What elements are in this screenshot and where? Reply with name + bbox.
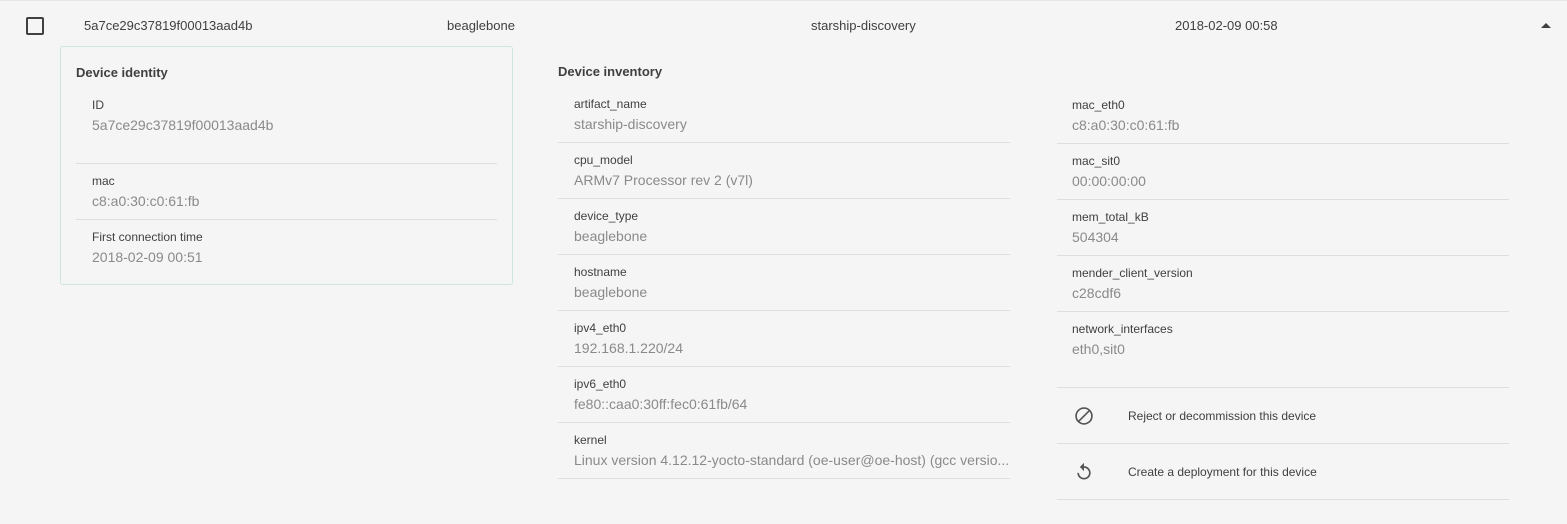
field-value: 5a7ce29c37819f00013aad4b [92,117,274,133]
replay-icon [1077,462,1091,480]
field-divider [558,422,1010,423]
field-value: c28cdf6 [1072,285,1122,301]
field-divider [558,478,1010,479]
field-label: device_type [574,209,639,223]
field-label: artifact_name [574,97,647,111]
field-label: network_interfaces [1072,322,1173,336]
inventory-field-mac-sit0: mac_sit0 00:00:00:00 [1072,154,1146,189]
field-divider [1057,255,1509,256]
identity-field-mac: mac c8:a0:30:c0:61:fb [92,174,199,209]
reject-device-action[interactable]: Reject or decommission this device [1057,388,1509,444]
create-deployment-action[interactable]: Create a deployment for this device [1057,444,1509,500]
field-divider [558,310,1010,311]
identity-field-id: ID 5a7ce29c37819f00013aad4b [92,98,273,133]
field-label: ipv6_eth0 [574,377,627,391]
field-label: cpu_model [574,153,633,167]
field-label: ID [92,98,104,112]
field-value: Linux version 4.12.12-yocto-standard (oe… [574,452,1010,468]
field-label: hostname [574,265,627,279]
field-value: starship-discovery [574,116,687,132]
field-value: 00:00:00:00 [1072,173,1146,189]
field-divider [1057,499,1509,500]
inventory-field-kernel: kernel Linux version 4.12.12-yocto-stand… [574,433,1009,468]
field-label: mender_client_version [1072,266,1193,280]
field-value: 504304 [1072,229,1119,245]
block-icon [1075,407,1093,425]
field-value: c8:a0:30:c0:61:fb [92,193,200,209]
field-divider [558,254,1010,255]
device-type-cell: beaglebone [447,18,515,33]
field-value: eth0,sit0 [1072,341,1125,357]
inventory-field-artifact-name: artifact_name starship-discovery [574,97,687,132]
field-divider [558,366,1010,367]
field-value: fe80::caa0:30ff:fec0:61fb/64 [574,396,748,412]
inventory-field-hostname: hostname beaglebone [574,265,647,300]
device-inventory-title: Device inventory [558,64,663,79]
inventory-field-cpu-model: cpu_model ARMv7 Processor rev 2 (v7l) [574,153,753,188]
field-label: mem_total_kB [1072,210,1149,224]
device-id-cell: 5a7ce29c37819f00013aad4b [84,18,253,33]
inventory-field-mem-total: mem_total_kB 504304 [1072,210,1149,245]
select-device-checkbox[interactable] [26,17,44,35]
field-divider [1057,143,1509,144]
field-label: First connection time [92,230,203,244]
field-divider [558,142,1010,143]
field-label: ipv4_eth0 [574,321,627,335]
inventory-field-device-type: device_type beaglebone [574,209,647,244]
field-value: c8:a0:30:c0:61:fb [1072,117,1180,133]
identity-field-first-connection: First connection time 2018-02-09 00:51 [92,230,203,265]
field-value: beaglebone [574,284,648,300]
field-label: mac [92,174,115,188]
inventory-field-ipv4-eth0: ipv4_eth0 192.168.1.220/24 [574,321,683,356]
field-value: beaglebone [574,228,648,244]
field-divider [76,219,497,220]
artifact-cell: starship-discovery [811,18,916,33]
field-divider [1057,311,1509,312]
device-row-header[interactable]: 5a7ce29c37819f00013aad4b beaglebone star… [0,1,1567,49]
field-value: 2018-02-09 00:51 [92,249,203,265]
field-divider [558,198,1010,199]
last-checkin-cell: 2018-02-09 00:58 [1175,18,1278,33]
device-identity-title: Device identity [76,65,168,80]
inventory-field-network-interfaces: network_interfaces eth0,sit0 [1072,322,1173,357]
inventory-field-mender-client-version: mender_client_version c28cdf6 [1072,266,1193,301]
create-deployment-label: Create a deployment for this device [1128,465,1317,479]
field-value: 192.168.1.220/24 [574,340,683,356]
inventory-field-mac-eth0: mac_eth0 c8:a0:30:c0:61:fb [1072,98,1179,133]
field-label: mac_sit0 [1072,154,1121,168]
field-label: kernel [574,433,607,447]
field-label: mac_eth0 [1072,98,1125,112]
collapse-caret-icon[interactable] [1541,23,1551,28]
field-divider [1057,199,1509,200]
field-divider [76,163,497,164]
reject-device-label: Reject or decommission this device [1128,409,1317,423]
inventory-field-ipv6-eth0: ipv6_eth0 fe80::caa0:30ff:fec0:61fb/64 [574,377,747,412]
field-value: ARMv7 Processor rev 2 (v7l) [574,172,753,188]
